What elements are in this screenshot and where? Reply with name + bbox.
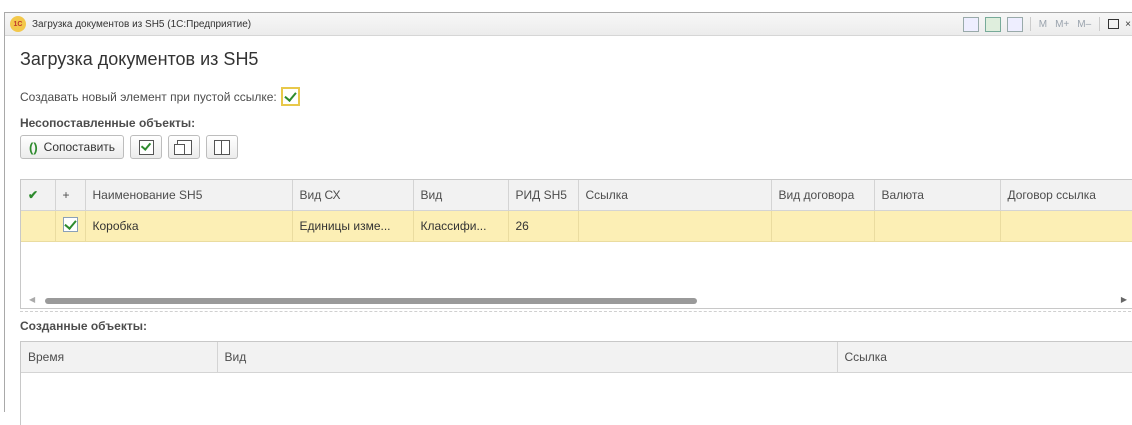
save-icon[interactable] [962,16,979,32]
close-icon[interactable]: × [1125,19,1131,30]
separator [1029,17,1031,31]
created-table[interactable]: Время Вид Ссылка [20,341,1132,425]
col-header-link[interactable]: Ссылка [837,342,1132,373]
check-all-header-icon: ✔ [28,188,39,202]
columns-icon [214,139,231,155]
memory-minus-button[interactable]: M– [1077,19,1091,30]
maximize-icon[interactable] [1108,19,1120,29]
window-title: Загрузка документов из SH5 (1С:Предприят… [32,18,252,30]
cell-rid[interactable]: 26 [508,210,579,242]
match-button[interactable]: () Сопоставить [20,135,125,159]
col-header-rid[interactable]: РИД SH5 [508,180,579,211]
table-header-row: Время Вид Ссылка [21,342,1132,373]
cell-contract-ref[interactable] [1000,210,1132,242]
scroll-right-icon[interactable]: ▶ [1121,295,1127,304]
checkmark-icon [284,89,297,102]
create-new-row: Создавать новый элемент при пустой ссылк… [20,87,300,106]
col-header-time[interactable]: Время [21,342,218,373]
create-new-label: Создавать новый элемент при пустой ссылк… [20,89,277,104]
unmatched-toolbar: () Сопоставить [20,135,239,159]
row-checkbox[interactable] [62,217,78,232]
splitter[interactable] [20,311,1132,312]
created-label: Созданные объекты: [20,319,147,333]
copy-button[interactable] [168,135,201,159]
cell-vid[interactable]: Классифи... [413,210,509,242]
cell-contract-type[interactable] [771,210,875,242]
horizontal-scrollbar[interactable]: ◀ ▶ [21,294,1132,308]
form-title: Загрузка документов из SH5 [20,49,259,69]
checkmark-icon [63,217,77,230]
col-header-vid[interactable]: Вид [413,180,509,211]
row-check-cell[interactable] [55,210,86,242]
columns-button[interactable] [206,135,239,159]
table-header-row: ✔ + Наименование SH5 Вид СХ Вид РИД SH5 … [21,180,1132,211]
app-logo-icon: 1С [10,16,26,32]
calculator-icon[interactable] [984,16,1001,32]
unmatched-label: Несопоставленные объекты: [20,116,196,130]
title-bar-tools: M M+ M– × [960,13,1132,35]
col-header-check[interactable]: ✔ [21,180,56,211]
title-bar: 1С Загрузка документов из SH5 (1С:Предпр… [5,13,1132,36]
cell-name[interactable]: Коробка [85,210,293,242]
memory-plus-button[interactable]: M+ [1055,19,1069,30]
col-header-kind[interactable]: Вид [217,342,838,373]
row-marker-cell [21,210,56,242]
col-header-name[interactable]: Наименование SH5 [85,180,293,211]
col-header-add[interactable]: + [55,180,86,211]
unmatched-table[interactable]: ✔ + Наименование SH5 Вид СХ Вид РИД SH5 … [20,179,1132,309]
calendar-icon[interactable] [1006,16,1023,32]
col-header-currency[interactable]: Валюта [874,180,1001,211]
col-header-contract-ref[interactable]: Договор ссылка [1000,180,1132,211]
scroll-left-icon[interactable]: ◀ [29,295,35,304]
table-row[interactable]: Коробка Единицы изме... Классифи... 26 [21,210,1132,242]
scrollbar-thumb[interactable] [45,298,697,304]
copy-icon [173,139,192,155]
sync-icon: () [29,139,38,155]
cell-currency[interactable] [874,210,1001,242]
app-window: 1С Загрузка документов из SH5 (1С:Предпр… [4,12,1132,425]
memory-m-button[interactable]: M [1039,19,1047,30]
cell-vid-sx[interactable]: Единицы изме... [292,210,414,242]
check-all-icon [138,139,154,155]
col-header-contract-type[interactable]: Вид договора [771,180,875,211]
separator [1099,17,1101,31]
col-header-ref[interactable]: Ссылка [578,180,772,211]
cell-ref[interactable] [578,210,772,242]
col-header-vid-sx[interactable]: Вид СХ [292,180,414,211]
check-all-button[interactable] [130,135,163,159]
create-new-checkbox[interactable] [280,87,300,106]
match-button-label: Сопоставить [43,140,116,154]
